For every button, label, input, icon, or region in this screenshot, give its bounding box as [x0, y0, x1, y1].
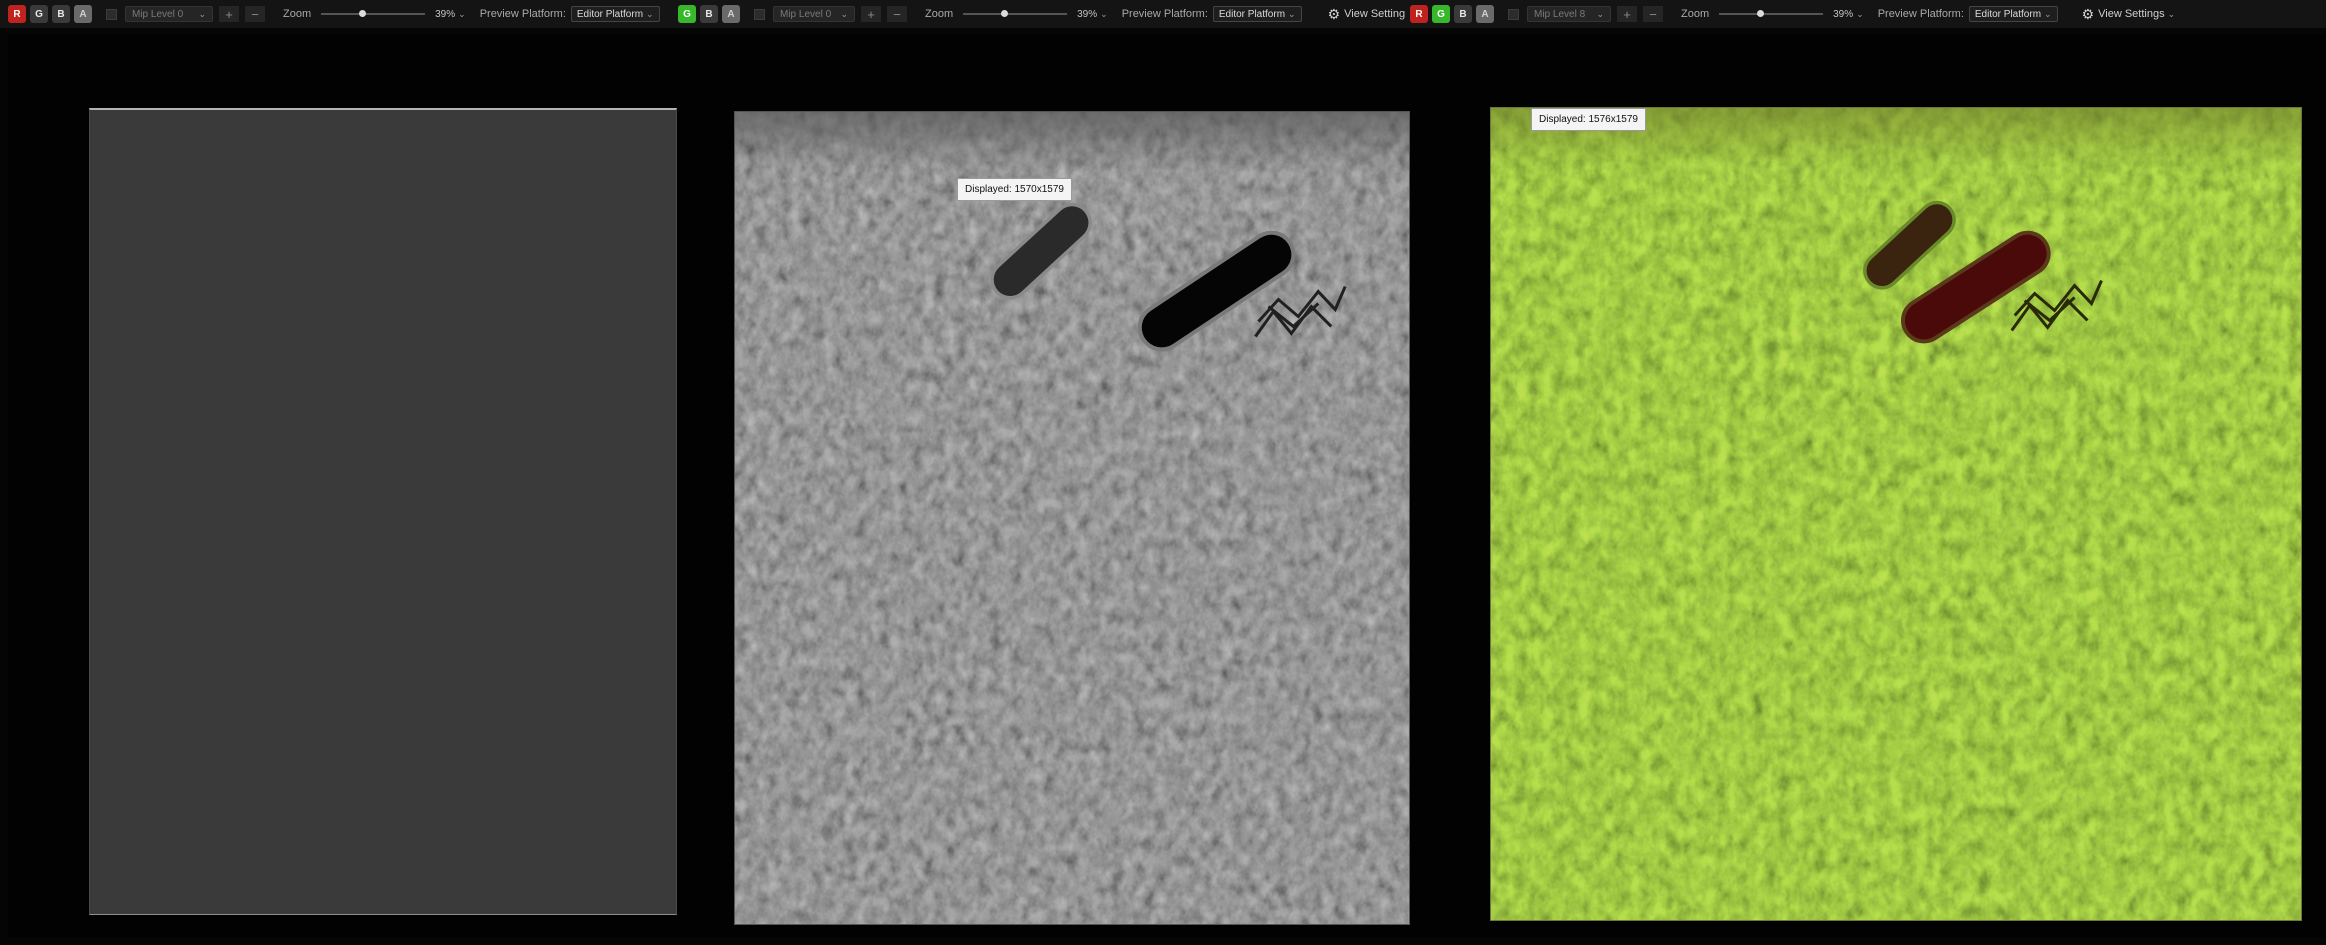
gear-icon: ⚙ — [2081, 5, 2095, 22]
viewer-3-toolbar: R G B A Mip Level 8 ⌄ + − Zoom 39% ⌄ Previ… — [1410, 0, 2326, 28]
mip-checkbox[interactable] — [754, 8, 765, 20]
zoom-label: Zoom — [925, 8, 954, 20]
preview-platform-value: Editor Platform — [1218, 8, 1286, 20]
zoom-knob[interactable] — [1001, 10, 1009, 17]
mip-level-dropdown[interactable]: Mip Level 0 ⌄ — [773, 6, 855, 22]
chevron-down-icon[interactable]: ⌄ — [1856, 9, 1864, 20]
plus-icon[interactable]: + — [1617, 6, 1637, 22]
channel-g-toggle[interactable]: G — [678, 5, 696, 23]
viewer-2-toolbar: G B A Mip Level 0 ⌄ + − Zoom 39% ⌄ Preview… — [675, 0, 1410, 28]
zoom-value[interactable]: 39% — [435, 9, 455, 20]
zoom-slider[interactable] — [321, 6, 426, 22]
chevron-down-icon[interactable]: ⌄ — [458, 9, 466, 20]
chevron-down-icon: ⌄ — [198, 8, 206, 19]
zoom-slider[interactable] — [1719, 6, 1824, 22]
preview-platform-label: Preview Platform: — [1877, 8, 1964, 20]
preview-platform-label: Preview Platform: — [479, 8, 566, 20]
preview-platform-label: Preview Platform: — [1121, 8, 1208, 20]
channel-r-toggle[interactable]: R — [1410, 5, 1428, 23]
displayed-size-tooltip: Displayed: 1570x1579 — [957, 178, 1072, 201]
preview-platform-dropdown[interactable]: Editor Platform ⌄ — [570, 6, 660, 22]
zoom-track — [321, 13, 426, 15]
channel-a-toggle[interactable]: A — [1476, 5, 1494, 23]
displayed-size-tooltip: Displayed: 1576x1579 — [1531, 108, 1646, 131]
chevron-down-icon: ⌄ — [2167, 8, 2176, 19]
zoom-label: Zoom — [283, 8, 312, 20]
chevron-down-icon: ⌄ — [1288, 8, 1296, 19]
texture-preview-3[interactable]: Displayed: 1576x1579 — [1490, 107, 2302, 921]
mip-level-dropdown[interactable]: Mip Level 0 ⌄ — [125, 6, 213, 22]
chevron-down-icon: ⌄ — [2044, 8, 2052, 19]
texture-image-tinted — [1491, 108, 2301, 920]
view-settings-button[interactable]: ⚙ View Setting — [1328, 6, 1406, 23]
channel-b-toggle[interactable]: B — [700, 5, 718, 23]
gear-icon: ⚙ — [1327, 5, 1341, 22]
channel-b-toggle[interactable]: B — [52, 5, 70, 23]
zoom-label: Zoom — [1681, 8, 1710, 20]
chevron-down-icon: ⌄ — [646, 8, 654, 19]
viewer-1-toolbar: R G B A Mip Level 0 ⌄ + − Zoom 39% ⌄ Previ… — [0, 0, 675, 28]
texture-preview-2[interactable]: Displayed: 1570x1579 — [734, 111, 1410, 925]
view-settings-label: View Settings — [2098, 8, 2165, 20]
zoom-track — [1719, 13, 1824, 15]
mip-level-value: Mip Level 8 — [1534, 8, 1586, 20]
mip-level-value: Mip Level 0 — [132, 8, 184, 20]
view-settings-button[interactable]: ⚙ View Settings ⌄ — [2082, 6, 2176, 23]
texture-image-grayscale — [735, 112, 1409, 924]
zoom-knob[interactable] — [359, 10, 367, 17]
mip-checkbox[interactable] — [1508, 8, 1519, 20]
mip-level-value: Mip Level 0 — [780, 8, 832, 20]
channel-a-toggle[interactable]: A — [74, 5, 92, 23]
channel-a-toggle[interactable]: A — [722, 5, 740, 23]
minus-icon[interactable]: − — [245, 6, 265, 22]
minus-icon[interactable]: − — [887, 6, 907, 22]
zoom-slider[interactable] — [963, 6, 1068, 22]
plus-icon[interactable]: + — [861, 6, 881, 22]
channel-b-toggle[interactable]: B — [1454, 5, 1472, 23]
chevron-down-icon[interactable]: ⌄ — [1100, 9, 1108, 20]
channel-g-toggle[interactable]: G — [1432, 5, 1450, 23]
minus-icon[interactable]: − — [1643, 6, 1663, 22]
zoom-value[interactable]: 39% — [1077, 9, 1097, 20]
preview-platform-value: Editor Platform — [1974, 8, 2042, 20]
zoom-knob[interactable] — [1757, 10, 1765, 17]
preview-platform-dropdown[interactable]: Editor Platform ⌄ — [1212, 6, 1302, 22]
channel-g-toggle[interactable]: G — [30, 5, 48, 23]
mip-level-dropdown[interactable]: Mip Level 8 ⌄ — [1527, 6, 1611, 22]
plus-icon[interactable]: + — [219, 6, 239, 22]
view-settings-label: View Setting — [1344, 8, 1406, 20]
preview-platform-dropdown[interactable]: Editor Platform ⌄ — [1968, 6, 2058, 22]
preview-platform-value: Editor Platform — [576, 8, 644, 20]
channel-r-toggle[interactable]: R — [8, 5, 26, 23]
texture-preview-1[interactable] — [89, 108, 677, 915]
zoom-value[interactable]: 39% — [1833, 9, 1853, 20]
mip-checkbox[interactable] — [106, 8, 117, 20]
zoom-track — [963, 13, 1068, 15]
chevron-down-icon: ⌄ — [840, 8, 848, 19]
chevron-down-icon: ⌄ — [1596, 8, 1604, 19]
